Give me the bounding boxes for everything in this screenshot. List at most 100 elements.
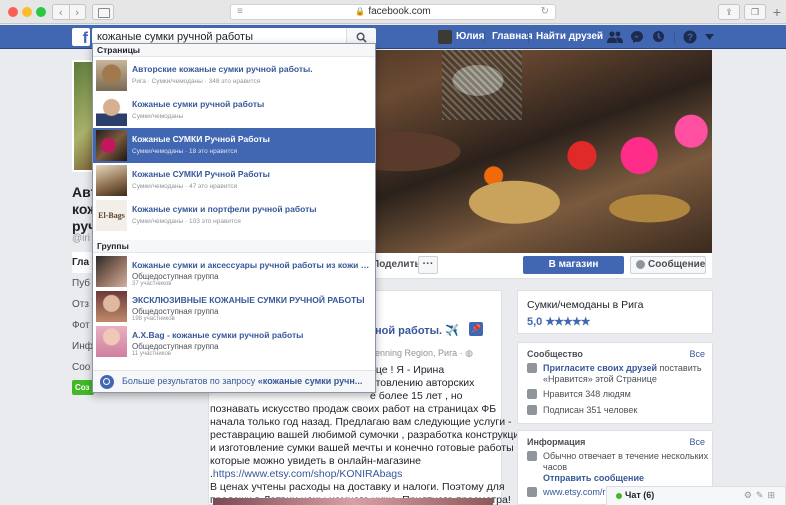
history-buttons: ‹ › (52, 4, 86, 20)
invite-friends-link[interactable]: Пригласите своих друзей (543, 363, 657, 373)
suggestion-title: Кожаные СУМКИ Ручной Работы (132, 169, 270, 179)
nav-divider (674, 31, 675, 43)
notifications-icon[interactable] (652, 29, 665, 45)
back-button[interactable]: ‹ (53, 5, 70, 19)
post-location-text: enning Region, Рига · (375, 348, 466, 358)
post-line: реставрацию вашей любимой сумочки , разр… (210, 429, 526, 441)
follows-row: Подписан 351 человек (527, 405, 637, 416)
window-minimize-button[interactable] (22, 7, 32, 17)
url-text: facebook.com (368, 6, 431, 17)
create-page-button[interactable]: Соз (72, 380, 94, 395)
suggestion-title: ЭКСКЛЮЗИВНЫЕ КОЖАНЫЕ СУМКИ РУЧНОЙ РАБОТЫ (132, 295, 365, 305)
suggestion-subtitle: Сумки/чемоданы (132, 113, 184, 120)
suggestion-subtitle: Сумки/чемоданы · 47 это нравится (132, 183, 238, 190)
more-results-text: Больше результатов по запросу «кожаные с… (122, 376, 362, 386)
tabs-overview-icon[interactable]: ❐ (744, 4, 766, 20)
find-friends-link[interactable]: Найти друзей (536, 25, 603, 49)
send-message-button[interactable]: Сообщение (630, 256, 706, 274)
page-nav-photos[interactable]: Фот (72, 315, 94, 336)
suggestion-title: Кожаные сумки ручной работы (132, 99, 265, 109)
invite-icon (527, 363, 537, 373)
community-see-all-link[interactable]: Все (689, 349, 705, 359)
likes-count[interactable]: Нравится 348 людям (543, 389, 631, 399)
page-thumbnail (96, 165, 127, 196)
chat-settings-icons[interactable]: ⚙✎⊞ (744, 487, 779, 504)
group-type: Общедоступная группа (132, 342, 219, 351)
suggestion-subtitle: Сумки/чемоданы · 18 это нравится (132, 148, 238, 155)
svg-text:?: ? (687, 33, 693, 44)
forward-button[interactable]: › (70, 5, 86, 19)
suggestion-group[interactable]: ЭКСКЛЮЗИВНЫЕ КОЖАНЫЕ СУМКИ РУЧНОЙ РАБОТЫ… (93, 289, 375, 324)
suggestion-page[interactable]: Авторские кожаные сумки ручной работы. Р… (93, 58, 375, 93)
like-icon (527, 389, 537, 399)
window-maximize-button[interactable] (36, 7, 46, 17)
group-members: 198 участников (132, 316, 175, 322)
friend-requests-icon[interactable] (607, 29, 623, 45)
help-icon[interactable]: ? (683, 29, 697, 45)
cover-texture (442, 50, 522, 120)
page-category[interactable]: Сумки/чемоданы в Рига (527, 299, 643, 311)
address-bar[interactable]: ≡ 🔒 facebook.com ↻ (230, 4, 556, 20)
suggestion-group[interactable]: Кожаные сумки и аксессуары ручной работы… (93, 254, 375, 289)
messenger-icon[interactable] (630, 29, 644, 45)
page-nav-info[interactable]: Инф (72, 336, 94, 357)
user-avatar[interactable] (438, 30, 452, 44)
website-row: www.etsy.com/ru (527, 487, 610, 498)
post-image[interactable] (213, 498, 493, 505)
home-link[interactable]: Главная (492, 25, 533, 49)
suggestion-subtitle: Рига · Сумки/чемоданы · 348 это нравится (132, 78, 261, 85)
page-nav-community[interactable]: Соо (72, 357, 94, 378)
more-results-link[interactable]: Больше результатов по запросу «кожаные с… (93, 370, 375, 392)
suggestion-group[interactable]: A.X.Bag - кожаные сумки ручной работы Об… (93, 324, 375, 359)
chat-bar[interactable]: Чат (6) ⚙✎⊞ (606, 486, 786, 505)
page-nav-home[interactable]: Гла (72, 252, 94, 273)
user-profile-link[interactable]: Юлия (456, 25, 484, 49)
send-message-label: Сообщение (648, 259, 706, 270)
send-message-link[interactable]: Отправить сообщение (543, 473, 644, 483)
suggestion-subtitle: Сумки/чемоданы · 103 это нравится (132, 218, 241, 225)
etsy-shop-link[interactable]: https://www.etsy.com/shop/KONIRAbags (213, 468, 402, 480)
page-thumbnail (96, 130, 127, 161)
page-nav-posts[interactable]: Пуб (72, 273, 94, 294)
suggestion-page[interactable]: Кожаные СУМКИ Ручной Работы Сумки/чемода… (93, 163, 375, 198)
post-link-line: .https://www.etsy.com/shop/KONIRAbags (210, 468, 500, 481)
page-nav-reviews[interactable]: Отз (72, 294, 94, 315)
suggestion-page[interactable]: Кожаные сумки ручной работы Сумки/чемода… (93, 93, 375, 128)
more-results-query: «кожаные сумки ручн... (257, 376, 363, 386)
sidebar-toggle-button[interactable] (92, 4, 114, 20)
page-left-nav: Гла Пуб Отз Фот Инф Соо (72, 252, 94, 378)
more-options-button[interactable]: ··· (418, 256, 438, 274)
search-icon (100, 375, 114, 389)
shop-now-button[interactable]: В магазин (523, 256, 624, 274)
info-see-all-link[interactable]: Все (689, 437, 705, 447)
suggestion-page[interactable]: El-Bags Кожаные сумки и портфели ручной … (93, 198, 375, 233)
globe-icon (527, 487, 537, 497)
suggestion-title: Кожаные сумки и портфели ручной работы (132, 204, 317, 214)
facebook-logo-icon[interactable]: f (72, 28, 90, 46)
page-thumbnail (96, 95, 127, 126)
group-thumbnail (96, 256, 127, 287)
new-tab-icon[interactable]: + (770, 4, 784, 20)
group-members: 11 участников (132, 351, 171, 357)
post-line: начала только год назад. Предлагаю вам с… (210, 416, 512, 428)
account-menu-chevron-icon[interactable] (705, 29, 714, 45)
page-username[interactable]: @iri (72, 233, 90, 244)
share-icon[interactable]: ⇪ (718, 4, 740, 20)
search-suggestions-dropdown: Страницы Авторские кожаные сумки ручной … (92, 43, 376, 393)
page-rating[interactable]: 5,0 ★★★★★ (527, 315, 591, 328)
rating-value: 5,0 (527, 316, 543, 328)
response-time-row: Обычно отвечает в течение нескольких час… (527, 451, 708, 473)
chat-label: Чат (6) (625, 490, 655, 500)
window-close-button[interactable] (8, 7, 18, 17)
website-link[interactable]: www.etsy.com/ru (543, 487, 610, 497)
likes-row: Нравится 348 людям (527, 389, 631, 400)
suggestion-page-selected[interactable]: Кожаные СУМКИ Ручной Работы Сумки/чемода… (93, 128, 375, 163)
page-thumbnail (96, 60, 127, 91)
reload-icon[interactable]: ↻ (541, 5, 549, 19)
nav-divider (528, 31, 529, 43)
follow-icon (527, 405, 537, 415)
group-type: Общедоступная группа (132, 307, 219, 316)
post-title[interactable]: ной работы. ✈️ (375, 324, 459, 337)
follows-count[interactable]: Подписан 351 человек (543, 405, 637, 415)
post-line: В ценах учтены расходы на доставку и нал… (210, 481, 505, 493)
